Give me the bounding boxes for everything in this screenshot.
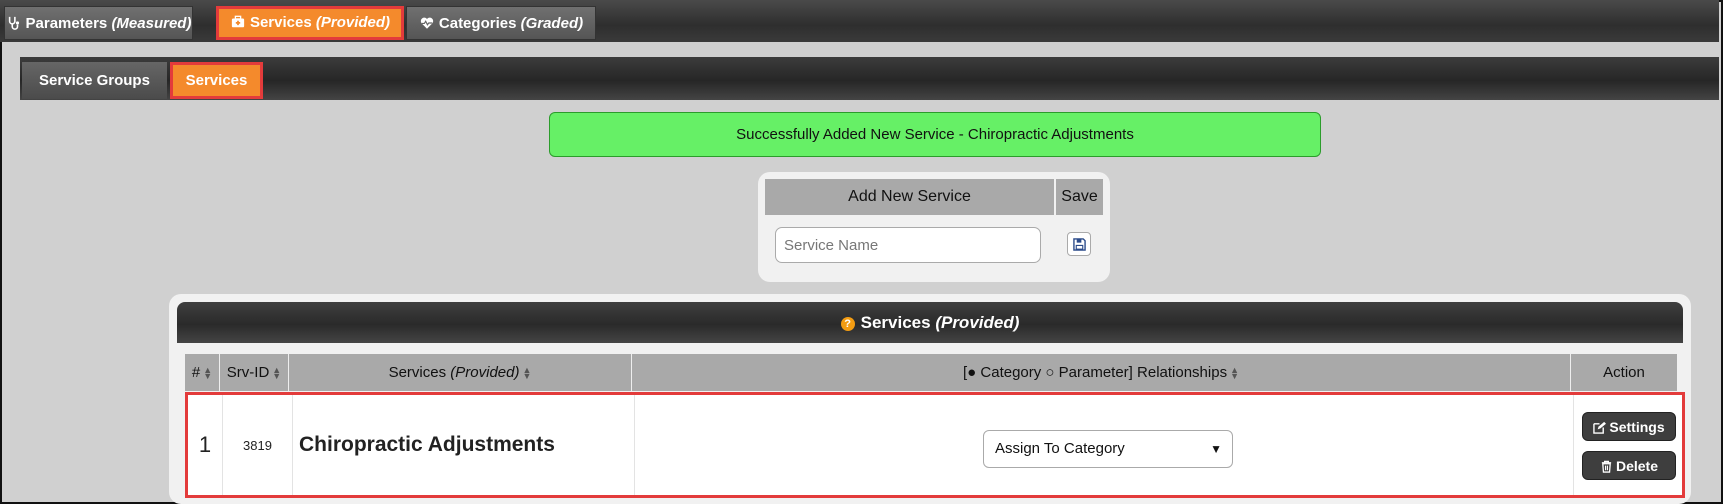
- assign-category-select-value: Assign To Category: [995, 440, 1125, 457]
- tab-services-sub[interactable]: Services: [170, 62, 263, 99]
- sort-icon: ▲ ▼: [1230, 365, 1239, 382]
- column-header-srv-id-label: Srv-ID: [226, 364, 270, 381]
- add-service-header-label: Add New Service: [848, 188, 971, 205]
- tab-parameters-qualifier: (Measured): [111, 15, 192, 32]
- success-alert-message: Successfully Added New Service - Chiropr…: [736, 126, 1134, 143]
- column-header-srv-id[interactable]: Srv-ID ▲ ▼: [220, 354, 289, 391]
- settings-button[interactable]: Settings: [1582, 412, 1676, 441]
- tab-service-groups[interactable]: Service Groups: [22, 62, 167, 99]
- column-header-index[interactable]: # ▲ ▼: [185, 354, 220, 391]
- tab-services-qualifier: (Provided): [315, 14, 391, 31]
- save-header: Save: [1056, 179, 1103, 215]
- add-service-header: Add New Service: [765, 179, 1054, 215]
- sort-icon: ▲ ▼: [272, 365, 282, 382]
- add-service-form: Add New Service Save: [758, 172, 1110, 282]
- tab-parameters[interactable]: Parameters (Measured): [4, 6, 193, 40]
- panel-title: Services: [860, 313, 931, 332]
- trash-icon: [1601, 460, 1612, 473]
- column-header-index-label: #: [191, 364, 201, 381]
- save-header-label: Save: [1061, 188, 1098, 205]
- tab-categories-qualifier: (Graded): [520, 15, 584, 32]
- settings-button-label: Settings: [1609, 419, 1665, 435]
- heart-pulse-icon: [420, 17, 434, 29]
- service-name-input[interactable]: [775, 227, 1041, 263]
- column-header-services[interactable]: Services (Provided) ▲ ▼: [289, 354, 632, 391]
- stethoscope-icon: [8, 16, 19, 30]
- row-srv-id: 3819: [223, 395, 293, 495]
- tab-categories[interactable]: Categories (Graded): [406, 6, 596, 40]
- chevron-down-icon: ▼: [1210, 442, 1222, 456]
- question-circle-icon[interactable]: ?: [840, 317, 855, 331]
- edit-icon: [1593, 421, 1607, 434]
- column-header-services-label: Services: [388, 364, 447, 381]
- tab-services[interactable]: Services (Provided): [216, 6, 404, 40]
- column-header-services-qualifier: (Provided): [450, 364, 520, 381]
- services-panel-header: ? Services (Provided): [177, 302, 1683, 343]
- row-srv-id-value: 3819: [243, 437, 272, 453]
- sub-tab-bar: Service Groups Services: [20, 57, 1719, 100]
- panel-title-qualifier: (Provided): [935, 313, 1020, 332]
- column-header-action-label: Action: [1603, 364, 1645, 381]
- sort-icon: ▲ ▼: [522, 365, 532, 382]
- row-service-name-value: Chiropractic Adjustments: [299, 433, 555, 456]
- assign-category-select[interactable]: Assign To Category ▼: [983, 430, 1233, 468]
- column-header-relationships-label: [● Category ○ Parameter] Relationships: [963, 364, 1228, 381]
- success-alert: Successfully Added New Service - Chiropr…: [549, 112, 1321, 157]
- tab-parameters-label: Parameters: [25, 15, 108, 32]
- column-header-action: Action: [1571, 354, 1677, 391]
- sort-icon: ▲ ▼: [203, 365, 213, 382]
- tab-services-sub-label: Services: [185, 72, 248, 89]
- tab-service-groups-label: Service Groups: [39, 72, 150, 89]
- row-service-name: Chiropractic Adjustments: [293, 395, 635, 495]
- table-row: 1 3819 Chiropractic Adjustments Assign T…: [185, 392, 1685, 498]
- top-tab-bar: Parameters (Measured) Services (Provided…: [0, 0, 1719, 42]
- floppy-disk-icon: [1072, 237, 1086, 251]
- column-header-relationships[interactable]: [● Category ○ Parameter] Relationships ▲ ▼: [632, 354, 1571, 391]
- delete-button-label: Delete: [1615, 458, 1659, 474]
- medical-bag-icon: [231, 15, 245, 28]
- row-index: 1: [188, 395, 223, 495]
- save-button[interactable]: [1067, 232, 1091, 256]
- delete-button[interactable]: Delete: [1582, 451, 1676, 480]
- tab-categories-label: Categories: [438, 15, 517, 32]
- tab-services-label: Services: [249, 14, 312, 31]
- row-index-value: 1: [198, 432, 212, 457]
